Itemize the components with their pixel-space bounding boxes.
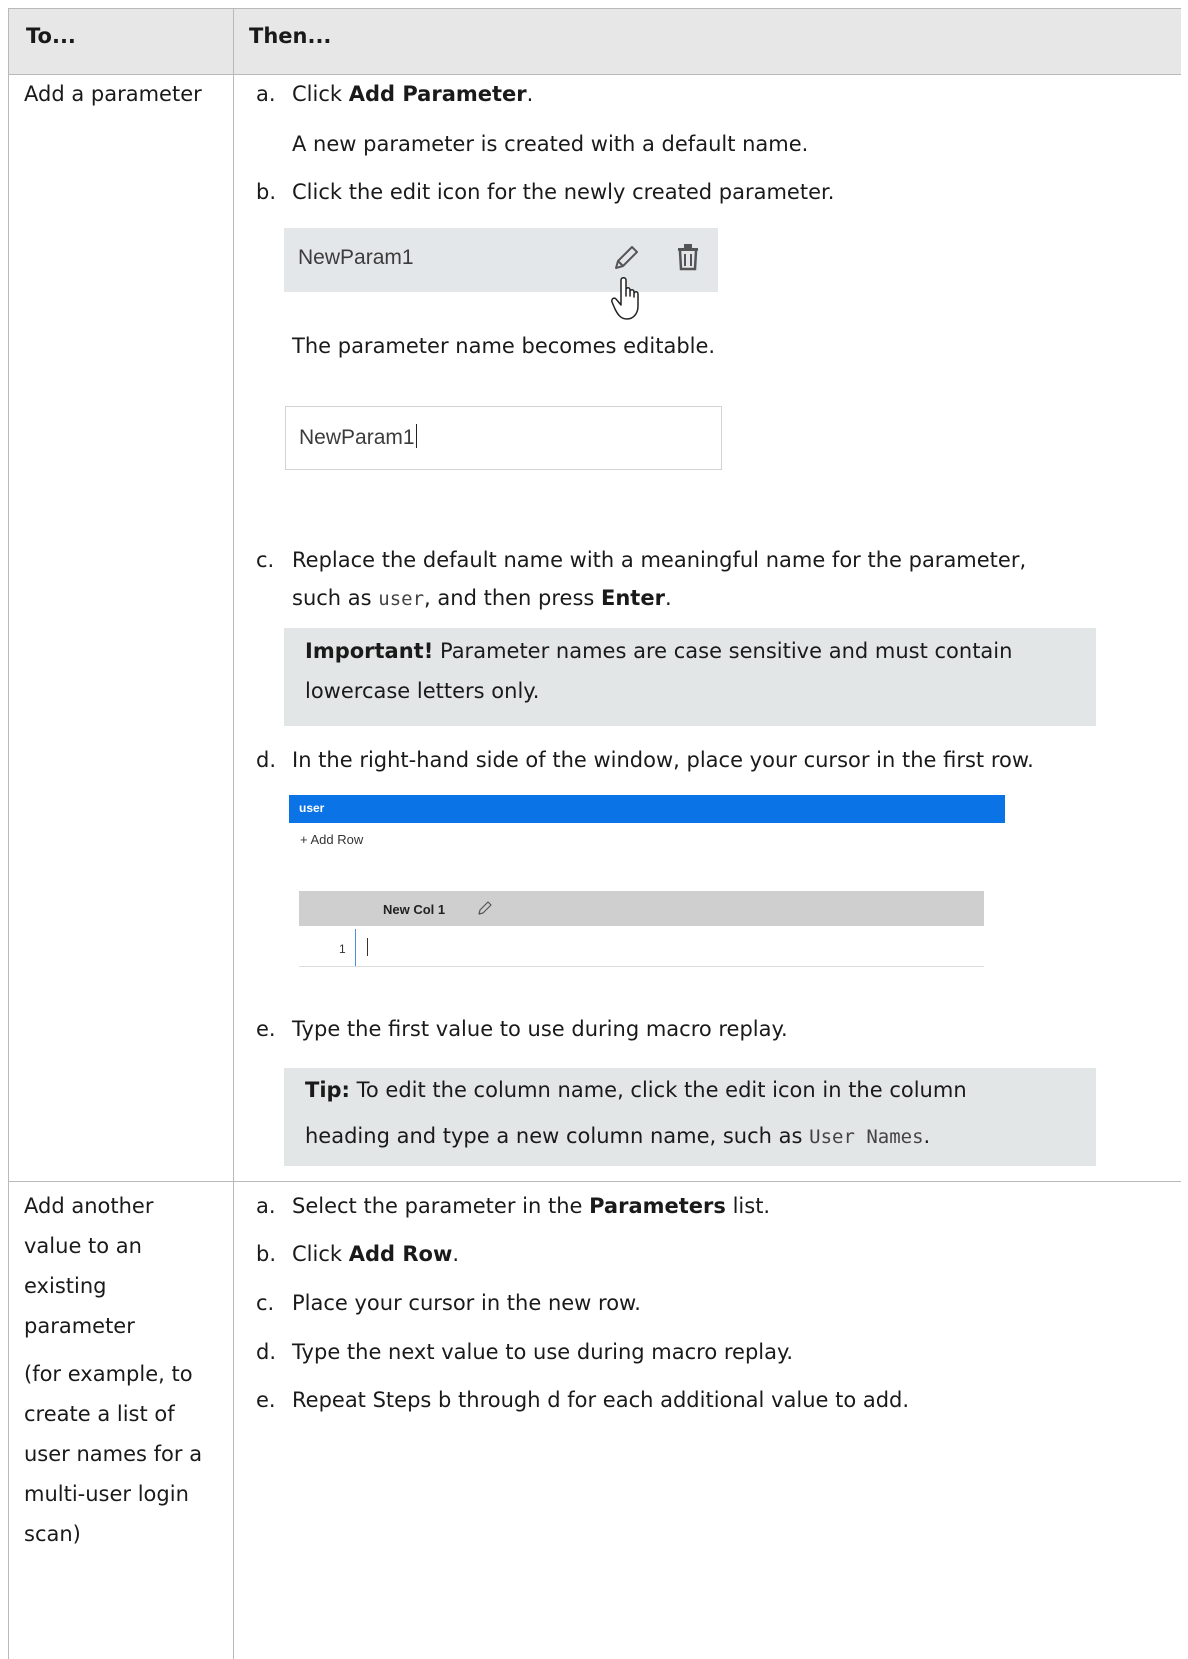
task-add-parameter: Add a parameter [24, 82, 202, 106]
parameter-name-edit-field[interactable]: NewParam1 [285, 406, 722, 470]
step2-marker-a: a. [256, 1194, 276, 1218]
step2-marker-b: b. [256, 1242, 277, 1266]
parameter-name: NewParam1 [298, 246, 414, 269]
row-divider [9, 1181, 1181, 1182]
important-line2: lowercase letters only. [305, 679, 540, 703]
row-number-separator [355, 929, 356, 967]
step2-marker-d: d. [256, 1340, 277, 1364]
add-row-label: Add Row [348, 1242, 453, 1266]
step-d-text: In the right-hand side of the window, pl… [292, 748, 1034, 772]
step2-e-text: Repeat Steps b through d for each additi… [292, 1388, 910, 1412]
tip-note: Tip: To edit the column name, click the … [284, 1068, 1096, 1166]
row-input-caret [367, 938, 368, 956]
step2-c-text: Place your cursor in the new row. [292, 1291, 641, 1315]
example-line-3: user names for a [24, 1442, 203, 1466]
step-marker-d: d. [256, 748, 277, 772]
task-line-2: value to an [24, 1234, 142, 1258]
important-note: Important! Parameter names are case sens… [284, 628, 1096, 726]
step-b-result: The parameter name becomes editable. [292, 334, 716, 358]
step-marker-c: c. [256, 548, 275, 572]
row-bottom-border [299, 966, 984, 967]
step2-marker-c: c. [256, 1291, 275, 1315]
step-c-line2: such as user, and then press Enter. [292, 586, 672, 610]
step-marker-e: e. [256, 1017, 276, 1041]
step-a-text: Click Add Parameter. [292, 82, 534, 106]
pencil-icon[interactable] [610, 242, 642, 274]
procedure-table-page: To... Then... Add a parameter a. Click A… [0, 0, 1188, 1659]
task-line-1: Add another [24, 1194, 154, 1218]
column-divider [233, 9, 234, 1659]
step-c-line1: Replace the default name with a meaningf… [292, 548, 1027, 572]
code-user: user [378, 588, 425, 610]
parameters-label: Parameters [589, 1194, 726, 1218]
code-user-names: User Names [809, 1126, 924, 1148]
add-parameter-label: Add Parameter [348, 82, 527, 106]
table-header: To... Then... [9, 9, 1181, 75]
step-marker-a: a. [256, 82, 276, 106]
step-e-text: Type the first value to use during macro… [292, 1017, 788, 1041]
step2-d-text: Type the next value to use during macro … [292, 1340, 794, 1364]
example-line-4: multi-user login [24, 1482, 189, 1506]
important-label: Important! [305, 639, 434, 663]
task-line-3: existing [24, 1274, 107, 1298]
example-line-2: create a list of [24, 1402, 175, 1426]
task-line-4: parameter [24, 1314, 135, 1338]
parameter-row-screenshot: NewParam1 [284, 228, 718, 292]
step-a-result: A new parameter is created with a defaul… [292, 132, 809, 156]
header-then: Then... [249, 24, 332, 48]
column-header: New Col 1 [299, 891, 984, 926]
step-marker-b: b. [256, 180, 277, 204]
example-line-5: scan) [24, 1522, 81, 1546]
parameter-tab-label: user [299, 801, 325, 815]
header-to: To... [26, 24, 76, 48]
parameter-name-value: NewParam1 [299, 426, 415, 449]
column-edit-pencil-icon[interactable] [477, 900, 493, 916]
step2-a-text: Select the parameter in the Parameters l… [292, 1194, 771, 1218]
column-label: New Col 1 [383, 902, 446, 917]
row-number: 1 [339, 942, 346, 956]
step2-marker-e: e. [256, 1388, 276, 1412]
hand-cursor-icon [611, 277, 639, 320]
tip-label: Tip: [305, 1078, 350, 1102]
text-caret [415, 424, 417, 448]
example-line-1: (for example, to [24, 1362, 193, 1386]
step-b-text: Click the edit icon for the newly create… [292, 180, 835, 204]
trash-icon[interactable] [674, 242, 702, 272]
add-row-button[interactable]: + Add Row [300, 832, 363, 847]
parameter-tab-bar[interactable]: user [289, 795, 1005, 823]
step2-b-text: Click Add Row. [292, 1242, 460, 1266]
enter-label: Enter [601, 586, 665, 610]
